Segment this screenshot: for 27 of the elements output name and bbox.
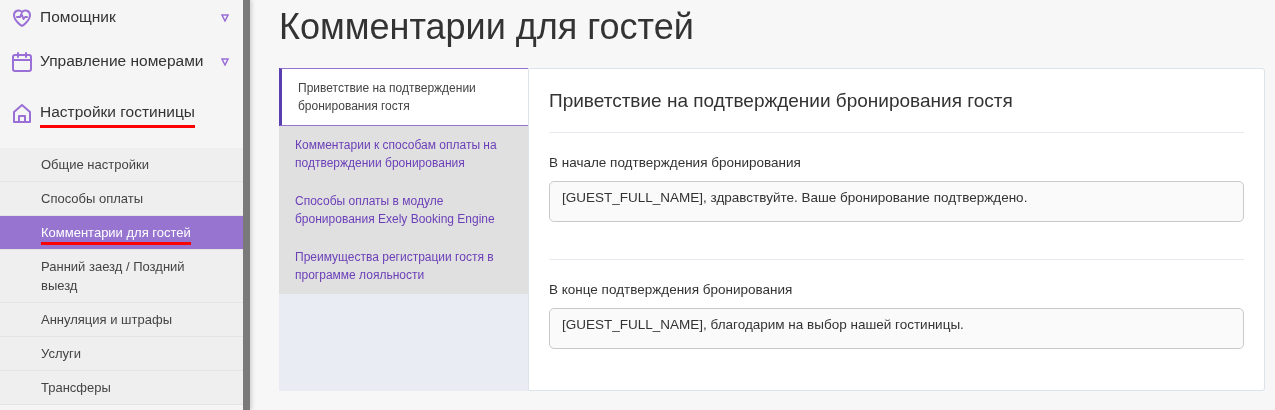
home-icon [10, 102, 34, 126]
section-label: Управление номерами [40, 51, 204, 72]
field-label: В начале подтверждения бронирования [549, 153, 802, 172]
caret-icon [221, 58, 229, 66]
field-label: В конце подтверждения бронирования [549, 280, 794, 299]
sidebar-item[interactable]: Аннуляция и штрафы [0, 303, 243, 337]
calendar-icon [10, 50, 34, 74]
sidebar-item[interactable]: Ранний заезд / Поздний выезд [0, 250, 243, 303]
page-title: Комментарии для гостей [279, 5, 695, 49]
sidebar-item[interactable]: Комментарии для гостей [0, 216, 243, 250]
sidebar-section[interactable]: Настройки гостиницы [0, 88, 243, 140]
text-area[interactable]: [GUEST_FULL_NAME], благодарим на выбор нашей гостиницы. [549, 308, 1244, 349]
section-label: Помощник [40, 7, 116, 28]
text-area[interactable]: [GUEST_FULL_NAME], здравствуйте. Ваше бронирование подтверждено. [549, 180, 1244, 222]
caret-icon [221, 14, 229, 22]
section-label: Настройки гостиницы [40, 99, 195, 129]
tab[interactable]: Преимущества регистрации гостя в программе лояльности [279, 238, 528, 294]
sidebar-section[interactable]: Управление номерами [0, 36, 243, 88]
tab[interactable]: Приветствие на подтверждении бронирования гостя [279, 68, 528, 126]
sidebar-item[interactable]: Общие настройки [0, 148, 243, 182]
sidebar-item[interactable]: Услуги [0, 337, 243, 371]
heart-pulse-icon [10, 6, 34, 30]
sidebar-item[interactable]: Трансферы [0, 371, 243, 405]
tab[interactable]: Способы оплаты в модуле бронирования Exely Booking Engine [279, 182, 528, 238]
sidebar-section[interactable]: Помощник [0, 0, 243, 36]
tab[interactable]: Комментарии к способам оплаты на подтверждении бронирования [279, 126, 528, 182]
card-title: Приветствие на подтверждении бронирования гостя [549, 87, 1244, 133]
